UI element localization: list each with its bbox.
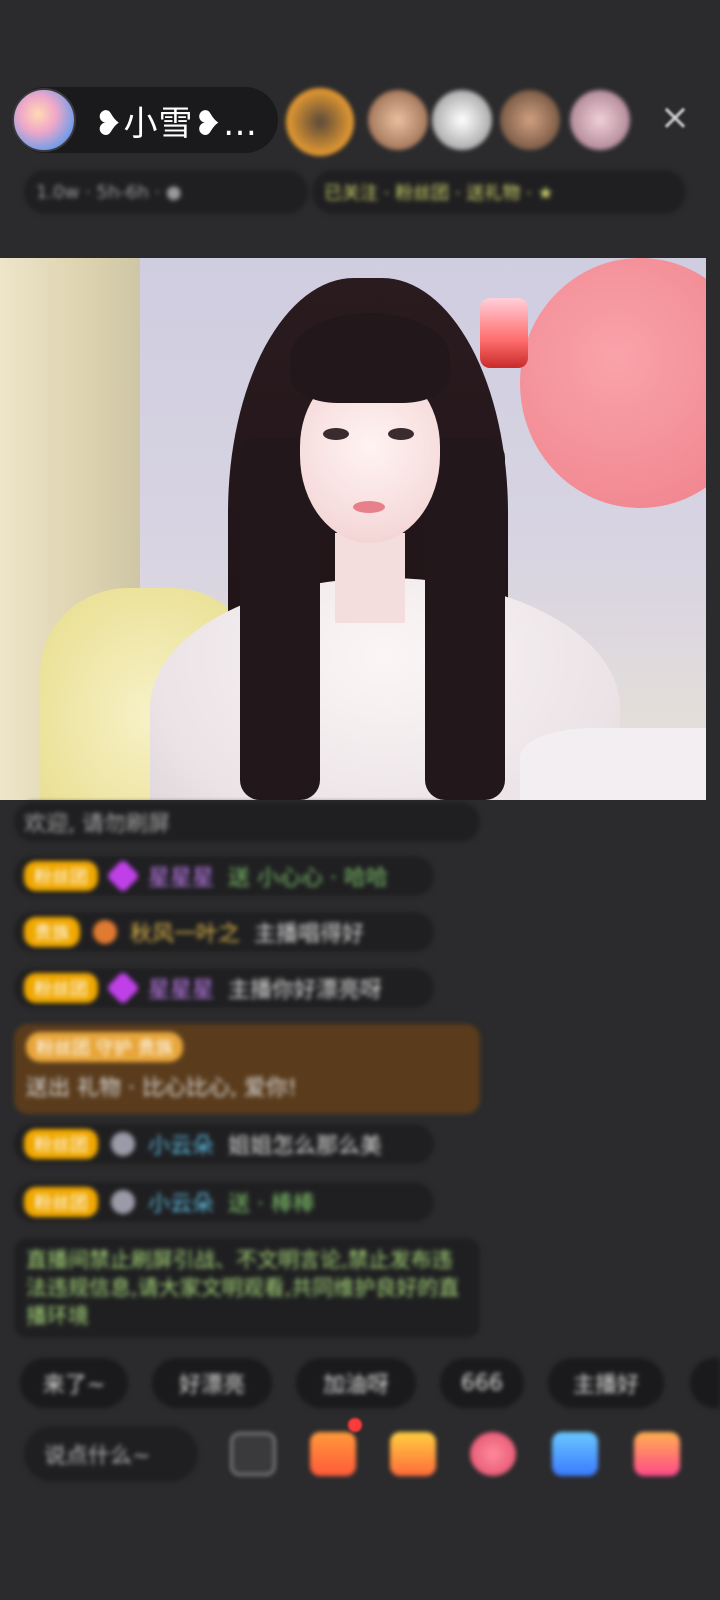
chat-text: 送 · 棒棒 (228, 1192, 315, 1217)
chat-text: 姐姐怎么那么美 (228, 1134, 383, 1159)
chat-username[interactable]: 秋风一叶之 (130, 916, 240, 948)
close-icon[interactable]: × (657, 100, 693, 136)
quick-reply-chip[interactable]: 好漂亮 (152, 1358, 272, 1408)
game-icon[interactable] (552, 1432, 598, 1476)
streamer-neck (335, 533, 405, 623)
chat-input-placeholder: 说点什么~ (44, 1444, 151, 1469)
heart-icon[interactable] (470, 1432, 516, 1476)
top-viewer-avatar-5[interactable] (570, 90, 630, 150)
quick-reply-chip[interactable]: 主播好 (548, 1358, 664, 1408)
gift-message[interactable]: 粉丝团 守护 贵族 送出 礼物 · 比心比心, 爱你! (14, 1024, 480, 1114)
chat-username[interactable]: 星星星 (148, 972, 214, 1004)
quick-reply-chip-partial[interactable] (690, 1358, 720, 1408)
user-level-icon (106, 1127, 140, 1161)
room-tags-text: 已关注 · 粉丝团 · 送礼物 · ★ (324, 183, 554, 204)
fan-badge: 粉丝团 (24, 973, 98, 1003)
chat-text: 主播你好漂亮呀 (228, 978, 383, 1003)
noble-badge: 贵族 (24, 917, 80, 947)
host-info-pill[interactable]: ❥小雪❥… (12, 87, 278, 153)
chat-message[interactable]: 贵族 秋风一叶之 主播唱得好 (14, 912, 434, 952)
quick-reply-chip[interactable]: 来了~ (20, 1358, 128, 1408)
chat-input[interactable]: 说点什么~ (24, 1426, 198, 1482)
streamer-lips (353, 501, 385, 513)
system-notice-text: 直播间禁止刷屏引战、不文明言论,禁止发布违法违规信息,请大家文明观看,共同维护良… (26, 1248, 460, 1328)
gift-box-icon[interactable] (310, 1432, 356, 1476)
video-balloon (520, 258, 706, 508)
chat-username[interactable]: 小云朵 (148, 1186, 214, 1218)
top-viewer-avatar-3[interactable] (432, 90, 492, 150)
host-avatar[interactable] (12, 88, 76, 152)
top-viewer-avatar-4[interactable] (500, 90, 560, 150)
video-ornament (480, 298, 528, 368)
chat-message[interactable]: 粉丝团 星星星 送 小心心 · 哈哈 (14, 856, 434, 896)
gift-badges: 粉丝团 守护 贵族 (26, 1032, 184, 1062)
more-icon[interactable] (634, 1432, 680, 1476)
emoji-icon[interactable] (230, 1432, 276, 1476)
fan-badge: 粉丝团 (24, 1129, 98, 1159)
chat-pinned-text: 欢迎, 请勿刷屏 (24, 812, 170, 837)
room-stats-text: 1.0w · 5h-6h · ● (36, 181, 182, 203)
system-notice: 直播间禁止刷屏引战、不文明言论,禁止发布违法违规信息,请大家文明观看,共同维护良… (14, 1238, 480, 1338)
chat-text: 送 小心心 · 哈哈 (228, 866, 388, 891)
fan-badge: 粉丝团 (24, 861, 98, 891)
quick-reply-chip[interactable]: 加油呀 (296, 1358, 416, 1408)
chat-username[interactable]: 小云朵 (148, 1128, 214, 1160)
notification-dot (348, 1418, 362, 1432)
host-name: ❥小雪❥… (94, 103, 258, 144)
live-video-stream[interactable] (0, 258, 706, 800)
room-tags-bar[interactable]: 已关注 · 粉丝团 · 送礼物 · ★ (312, 170, 686, 214)
chat-message[interactable]: 粉丝团 小云朵 姐姐怎么那么美 (14, 1124, 434, 1164)
streamer-bangs (290, 313, 450, 403)
chat-message[interactable]: 粉丝团 小云朵 送 · 棒棒 (14, 1182, 434, 1222)
flame-icon (88, 915, 122, 949)
top-viewer-avatar-1[interactable] (286, 88, 354, 156)
chat-username[interactable]: 星星星 (148, 860, 214, 892)
streamer-hair-right (425, 438, 505, 800)
streamer-sleeve (520, 728, 706, 800)
quick-reply-chip[interactable]: 666 (440, 1358, 524, 1408)
chat-pinned-message: 欢迎, 请勿刷屏 (14, 802, 480, 842)
diamond-icon (106, 859, 140, 893)
diamond-icon (106, 971, 140, 1005)
user-level-icon (106, 1185, 140, 1219)
chat-message[interactable]: 粉丝团 星星星 主播你好漂亮呀 (14, 968, 434, 1008)
room-stats-bar[interactable]: 1.0w · 5h-6h · ● (24, 170, 308, 214)
treasure-icon[interactable] (390, 1432, 436, 1476)
top-viewer-avatar-2[interactable] (368, 90, 428, 150)
gift-text: 送出 礼物 · 比心比心, 爱你! (26, 1076, 297, 1101)
fan-badge: 粉丝团 (24, 1187, 98, 1217)
chat-text: 主播唱得好 (254, 922, 365, 947)
streamer-eye-right (388, 428, 414, 440)
streamer-eye-left (323, 428, 349, 440)
